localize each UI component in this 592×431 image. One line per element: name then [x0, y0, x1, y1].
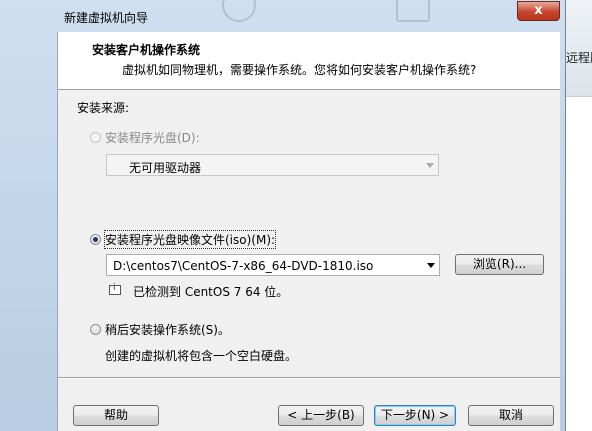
disc-option-label: 安装程序光盘(D): [105, 131, 200, 145]
install-later-description: 创建的虚拟机将包含一个空白硬盘。 [105, 349, 298, 363]
iso-path-combo[interactable]: D:\centos7\CentOS-7-x86_64-DVD-1810.iso [106, 254, 440, 276]
close-icon: x [534, 3, 543, 18]
help-button[interactable]: 帮助 [73, 405, 159, 426]
close-button[interactable]: x [517, 1, 560, 21]
background-edit-icon [396, 0, 430, 22]
page-subtitle: 虚拟机如同物理机，需要操作系统。您将如何安装客户机操作系统? [122, 63, 477, 77]
wizard-header: 安装客户机操作系统 虚拟机如同物理机，需要操作系统。您将如何安装客户机操作系统? [58, 32, 560, 90]
info-icon [109, 283, 121, 295]
dialog-client-area: 安装客户机操作系统 虚拟机如同物理机，需要操作系统。您将如何安装客户机操作系统?… [57, 32, 560, 431]
install-later-label[interactable]: 稍后安装操作系统(S)。 [105, 321, 230, 338]
chevron-down-icon [427, 263, 435, 268]
install-later-radio[interactable] [90, 324, 101, 335]
drive-select-value: 无可用驱动器 [129, 161, 202, 175]
drive-select[interactable]: 无可用驱动器 [106, 154, 439, 176]
background-globe-icon [222, 0, 256, 22]
iso-option-label[interactable]: 安装程序光盘映像文件(iso)(M): [103, 230, 277, 249]
iso-radio[interactable] [90, 234, 101, 245]
background-partial-text: 远程服 [566, 51, 592, 65]
window-title: 新建虚拟机向导 [64, 11, 149, 25]
cancel-button[interactable]: 取消 [468, 405, 554, 426]
new-vm-wizard-dialog: 新建虚拟机向导 x 安装客户机操作系统 虚拟机如同物理机，需要操作系统。您将如何… [0, 0, 566, 431]
iso-path-value: D:\centos7\CentOS-7-x86_64-DVD-1810.iso [113, 259, 374, 273]
chevron-down-icon [426, 163, 434, 168]
page-title: 安装客户机操作系统 [92, 43, 201, 57]
os-detected-text: 已检测到 CentOS 7 64 位。 [133, 285, 289, 299]
install-source-label: 安装来源: [77, 101, 130, 115]
browse-button[interactable]: 浏览(R)... [455, 254, 544, 275]
title-bar[interactable]: 新建虚拟机向导 x [0, 0, 566, 32]
next-button[interactable]: 下一步(N) > [374, 405, 456, 426]
footer-divider [58, 377, 560, 379]
back-button[interactable]: < 上一步(B) [278, 405, 364, 426]
disc-radio[interactable] [90, 132, 101, 143]
